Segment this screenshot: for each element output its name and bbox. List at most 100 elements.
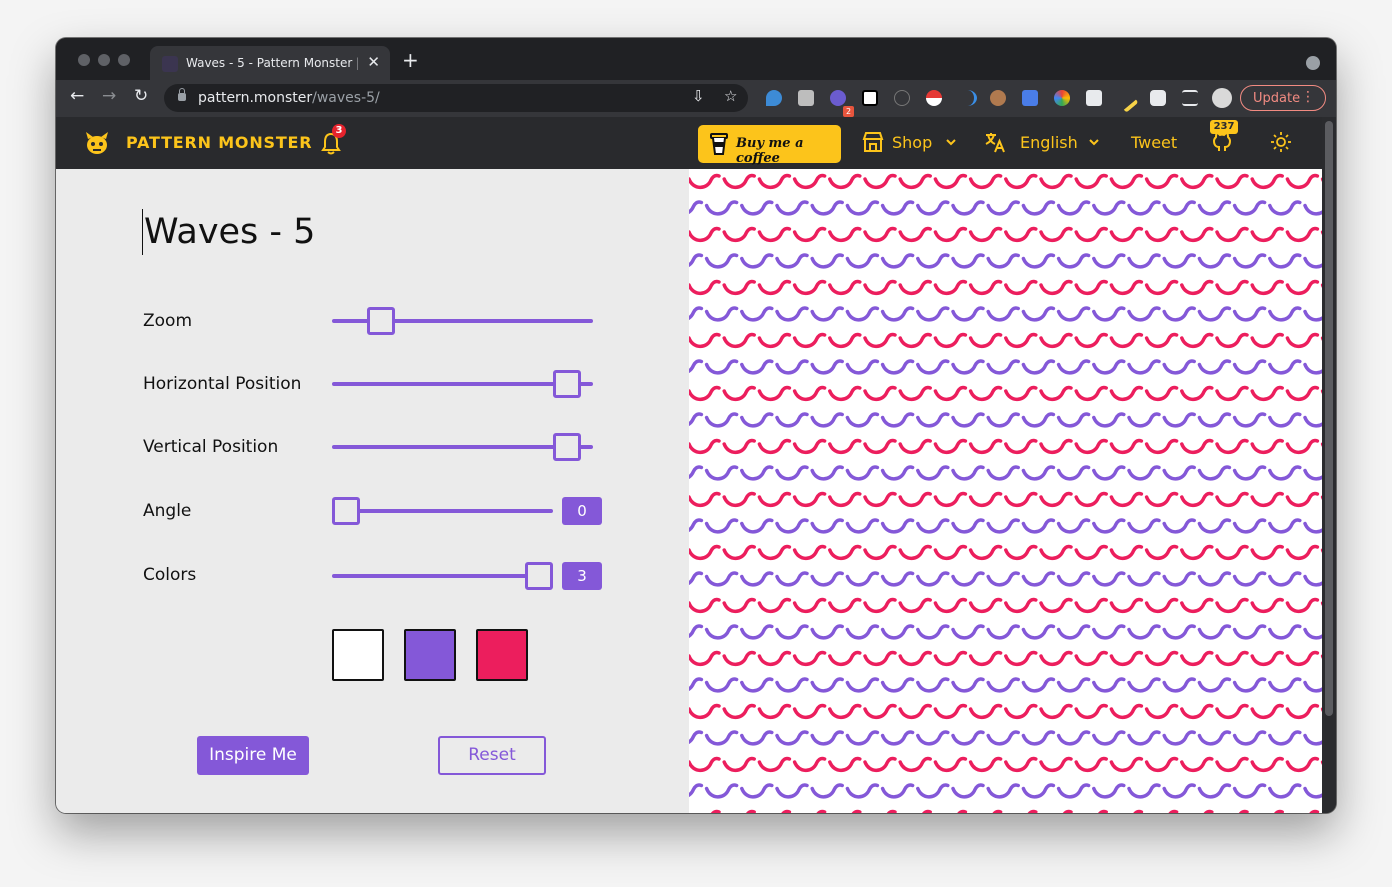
pattern-preview [689,169,1322,813]
waves-pattern-canvas [689,173,1322,813]
back-arrow-icon[interactable]: ← [70,86,84,106]
github-icon[interactable] [1211,131,1233,153]
color-swatch-2[interactable] [404,629,456,681]
wave-row [689,756,1322,773]
close-tab-icon[interactable]: ✕ [367,53,380,71]
extension-pokeball-icon[interactable] [926,90,942,106]
wave-row [689,226,1322,243]
wave-row [689,730,1322,746]
wave-row [689,703,1322,720]
bookmark-star-icon[interactable]: ☆ [724,87,737,105]
extension-monkey-icon[interactable] [990,90,1006,106]
profile-avatar[interactable] [1212,88,1232,108]
extension-m-icon[interactable] [798,90,814,106]
horizontal-position-slider-thumb[interactable] [553,370,582,398]
wave-row [689,253,1322,269]
extension-diamond-icon[interactable] [766,90,782,106]
horizontal-position-label: Horizontal Position [143,374,302,394]
install-app-icon[interactable]: ⇩ [692,87,705,105]
tab-search-icon[interactable] [1306,56,1320,70]
wave-row [689,412,1322,428]
angle-label: Angle [143,501,192,521]
extension-edit-icon[interactable] [1086,90,1102,106]
angle-value[interactable]: 0 [562,497,602,525]
pattern-title[interactable]: Waves - 5 [142,209,315,255]
address-bar[interactable]: pattern.monster/waves-5/ ⇩ ☆ [164,84,748,112]
inspire-me-button[interactable]: Inspire Me [197,736,309,775]
angle-slider-track[interactable] [332,509,553,513]
theme-toggle-sun-icon[interactable] [1270,131,1292,153]
extension-badge: 2 [843,106,854,117]
wave-row [689,438,1322,455]
monster-logo-icon[interactable] [84,131,110,155]
zoom-slider-thumb[interactable] [366,307,395,335]
shop-link[interactable]: Shop [892,133,932,152]
vertical-position-slider-thumb[interactable] [553,433,582,461]
colors-count-value[interactable]: 3 [562,562,602,590]
reload-icon[interactable]: ↻ [134,86,148,106]
wave-row [710,809,1320,813]
tweet-link[interactable]: Tweet [1131,133,1177,152]
extensions-puzzle-icon[interactable] [1150,90,1166,106]
notification-count-badge: 3 [332,124,346,138]
zoom-window-button[interactable] [118,54,130,66]
angle-slider-thumb[interactable] [332,497,360,525]
wave-row [689,173,1322,190]
vertical-position-label: Vertical Position [143,437,279,457]
close-window-button[interactable] [78,54,90,66]
tab-title: Waves - 5 - Pattern Monster | S [186,56,358,70]
page-scrollbar[interactable] [1322,117,1336,813]
wave-row [689,200,1322,216]
language-selector[interactable]: English [1020,133,1078,152]
lock-icon [178,88,186,101]
update-label: Update [1253,91,1301,106]
wave-row [689,491,1322,508]
extension-r-icon[interactable] [862,90,878,106]
color-swatch-1[interactable] [332,629,384,681]
extension-info-icon[interactable] [894,90,910,106]
coffee-cup-icon [710,133,728,155]
language-translate-icon[interactable] [984,131,1006,153]
colors-label: Colors [143,565,197,585]
wave-row [689,677,1322,693]
wave-row [689,306,1322,322]
extension-gear-icon[interactable] [830,90,846,106]
url-text[interactable]: pattern.monster/waves-5/ [198,90,380,106]
language-chevron-down-icon[interactable] [1089,137,1099,147]
extension-signal-icon[interactable] [958,90,977,106]
wave-row [689,624,1322,640]
browser-toolbar: ← → ↻ pattern.monster/waves-5/ ⇩ ☆ 2 Upd… [56,80,1336,117]
wave-row [689,544,1322,561]
site-header: PATTERN MONSTER 3 Buy me a coffee Shop E… [56,117,1322,169]
pattern-controls-panel: Waves - 5 Zoom Horizontal Position Verti… [56,169,689,813]
extension-translate-icon[interactable] [1022,90,1038,106]
update-button[interactable]: Update ⋮ [1240,85,1326,111]
new-tab-button[interactable]: + [402,50,419,70]
minimize-window-button[interactable] [98,54,110,66]
shop-icon[interactable] [862,131,884,153]
pattern-monster-favicon-icon [162,56,178,72]
wave-row [689,597,1322,614]
wave-row [689,465,1322,481]
tab-strip: Waves - 5 - Pattern Monster | S ✕ + [56,38,1336,80]
wave-row [689,359,1322,375]
reading-list-icon[interactable] [1182,90,1198,106]
extension-highlighter-icon[interactable] [1113,87,1139,113]
more-menu-icon[interactable]: ⋮ [1301,89,1315,105]
site-brand[interactable]: PATTERN MONSTER [126,133,312,152]
colors-slider-track[interactable] [332,574,553,578]
reset-button[interactable]: Reset [438,736,546,775]
buy-me-a-coffee-button[interactable]: Buy me a coffee [698,125,841,166]
github-stars-badge: 237 [1210,120,1238,134]
scrollbar-thumb[interactable] [1325,121,1333,716]
wave-row [689,332,1322,349]
browser-tab[interactable]: Waves - 5 - Pattern Monster | S ✕ [150,46,390,80]
extension-color-picker-icon[interactable] [1054,90,1070,106]
url-path: /waves-5/ [312,90,380,106]
forward-arrow-icon[interactable]: → [102,86,116,106]
color-swatch-3[interactable] [476,629,528,681]
colors-slider-thumb[interactable] [525,562,553,590]
zoom-label: Zoom [143,311,193,331]
browser-window: Waves - 5 - Pattern Monster | S ✕ + ← → … [56,38,1336,813]
shop-chevron-down-icon[interactable] [946,137,956,147]
